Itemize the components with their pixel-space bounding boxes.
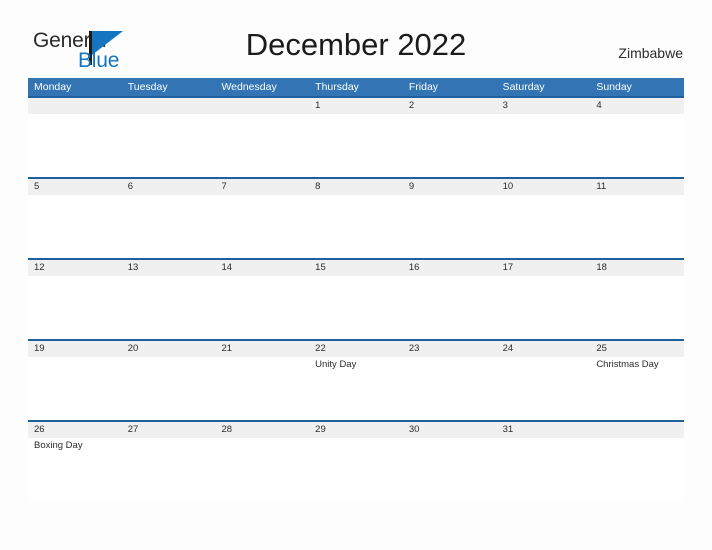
- day-number[interactable]: 29: [309, 422, 403, 438]
- day-event[interactable]: [122, 195, 216, 258]
- day-event[interactable]: [122, 276, 216, 339]
- day-event[interactable]: [403, 357, 497, 420]
- day-event[interactable]: [590, 195, 684, 258]
- day-event[interactable]: [28, 114, 122, 177]
- day-number[interactable]: 21: [215, 341, 309, 357]
- day-event[interactable]: [403, 195, 497, 258]
- weekday-monday: Monday: [34, 81, 72, 93]
- day-number[interactable]: 9: [403, 179, 497, 195]
- day-event[interactable]: [497, 195, 591, 258]
- day-event[interactable]: [590, 276, 684, 339]
- day-number[interactable]: 3: [497, 98, 591, 114]
- calendar-page: General Blue December 2022 Zimbabwe Mond…: [0, 0, 712, 550]
- day-event[interactable]: [309, 114, 403, 177]
- week-row: 1 2 3 4: [28, 96, 684, 177]
- day-number[interactable]: 31: [497, 422, 591, 438]
- day-event-christmas-day[interactable]: Christmas Day: [590, 357, 684, 420]
- page-header: General Blue December 2022 Zimbabwe: [0, 0, 712, 78]
- day-number[interactable]: 19: [28, 341, 122, 357]
- day-number[interactable]: 5: [28, 179, 122, 195]
- day-event-unity-day[interactable]: Unity Day: [309, 357, 403, 420]
- day-number[interactable]: 20: [122, 341, 216, 357]
- day-number[interactable]: 27: [122, 422, 216, 438]
- day-event[interactable]: [28, 276, 122, 339]
- week-event-band: Boxing Day: [28, 438, 684, 501]
- day-event[interactable]: [497, 438, 591, 501]
- day-event[interactable]: [215, 357, 309, 420]
- day-number[interactable]: 25: [590, 341, 684, 357]
- day-number[interactable]: 7: [215, 179, 309, 195]
- day-number[interactable]: 13: [122, 260, 216, 276]
- day-event[interactable]: [497, 276, 591, 339]
- day-number[interactable]: 1: [309, 98, 403, 114]
- weekday-friday: Friday: [408, 81, 439, 93]
- weekday-sunday: Sunday: [596, 81, 632, 93]
- week-date-band: 1 2 3 4: [28, 96, 684, 114]
- day-number[interactable]: 22: [309, 341, 403, 357]
- day-event[interactable]: [122, 438, 216, 501]
- day-number[interactable]: [590, 422, 684, 438]
- weekday-tuesday: Tuesday: [127, 81, 168, 93]
- weekday-saturday: Saturday: [502, 81, 545, 93]
- day-number[interactable]: 18: [590, 260, 684, 276]
- week-row: 26 27 28 29 30 31 Boxing Day: [28, 420, 684, 501]
- day-event[interactable]: [215, 114, 309, 177]
- day-number[interactable]: 8: [309, 179, 403, 195]
- week-event-band: Unity Day Christmas Day: [28, 357, 684, 420]
- week-row: 19 20 21 22 23 24 25 Unity Day Christmas…: [28, 339, 684, 420]
- calendar-grid: Monday Tuesday Wednesday Thursday Friday…: [28, 78, 684, 501]
- day-event-boxing-day[interactable]: Boxing Day: [28, 438, 122, 501]
- day-number[interactable]: 12: [28, 260, 122, 276]
- week-event-band: [28, 276, 684, 339]
- day-event[interactable]: [215, 195, 309, 258]
- day-event[interactable]: [590, 438, 684, 501]
- week-date-band: 26 27 28 29 30 31: [28, 420, 684, 438]
- weekday-thursday: Thursday: [315, 81, 359, 93]
- day-number[interactable]: 15: [309, 260, 403, 276]
- day-number[interactable]: 30: [403, 422, 497, 438]
- day-number[interactable]: 6: [122, 179, 216, 195]
- day-event[interactable]: [28, 357, 122, 420]
- page-title: December 2022: [245, 27, 467, 62]
- week-date-band: 19 20 21 22 23 24 25: [28, 339, 684, 357]
- day-number[interactable]: [215, 98, 309, 114]
- day-event[interactable]: [497, 357, 591, 420]
- day-number[interactable]: 14: [215, 260, 309, 276]
- weekday-wednesday: Wednesday: [221, 81, 277, 93]
- week-row: 5 6 7 8 9 10 11: [28, 177, 684, 258]
- week-row: 12 13 14 15 16 17 18: [28, 258, 684, 339]
- day-event[interactable]: [309, 438, 403, 501]
- day-number[interactable]: [122, 98, 216, 114]
- day-event[interactable]: [403, 276, 497, 339]
- weekday-header-row: Monday Tuesday Wednesday Thursday Friday…: [28, 78, 684, 96]
- day-number[interactable]: 11: [590, 179, 684, 195]
- week-date-band: 12 13 14 15 16 17 18: [28, 258, 684, 276]
- day-number[interactable]: 28: [215, 422, 309, 438]
- week-event-band: [28, 114, 684, 177]
- day-number[interactable]: 24: [497, 341, 591, 357]
- day-event[interactable]: [28, 195, 122, 258]
- day-event[interactable]: [122, 357, 216, 420]
- week-event-band: [28, 195, 684, 258]
- day-number[interactable]: 26: [28, 422, 122, 438]
- day-event[interactable]: [309, 195, 403, 258]
- day-number[interactable]: 10: [497, 179, 591, 195]
- day-event[interactable]: [403, 114, 497, 177]
- day-event[interactable]: [215, 438, 309, 501]
- day-event[interactable]: [215, 276, 309, 339]
- day-number[interactable]: [28, 98, 122, 114]
- day-number[interactable]: 16: [403, 260, 497, 276]
- day-event[interactable]: [590, 114, 684, 177]
- country-label: Zimbabwe: [618, 45, 683, 61]
- day-number[interactable]: 4: [590, 98, 684, 114]
- day-number[interactable]: 2: [403, 98, 497, 114]
- day-event[interactable]: [403, 438, 497, 501]
- day-number[interactable]: 17: [497, 260, 591, 276]
- day-event[interactable]: [122, 114, 216, 177]
- day-event[interactable]: [309, 276, 403, 339]
- day-number[interactable]: 23: [403, 341, 497, 357]
- day-event[interactable]: [497, 114, 591, 177]
- week-date-band: 5 6 7 8 9 10 11: [28, 177, 684, 195]
